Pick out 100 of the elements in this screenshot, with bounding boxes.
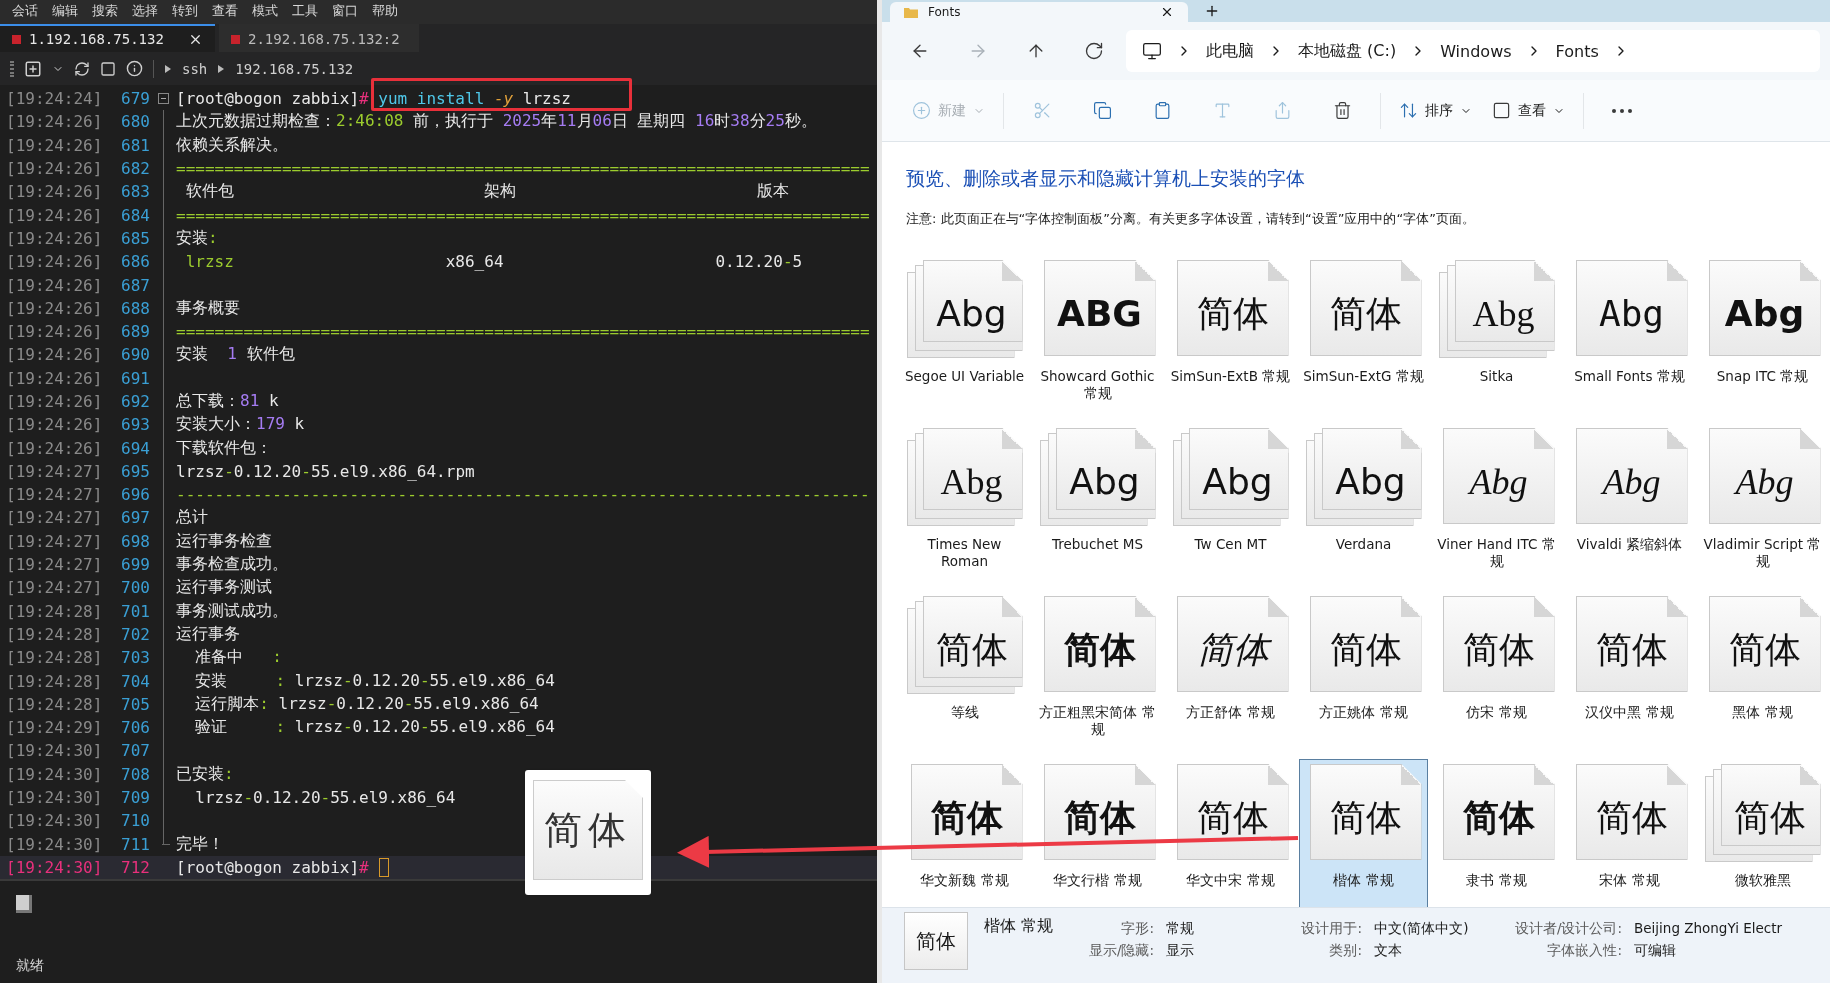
- line-number: 685: [120, 228, 150, 248]
- menu-item[interactable]: 窗口: [332, 2, 358, 20]
- font-tile[interactable]: Abg Small Fonts 常规: [1565, 255, 1694, 409]
- font-tile[interactable]: Abg Vivaldi 紧缩斜体: [1565, 423, 1694, 577]
- font-tile[interactable]: 简体 隶书 常规: [1432, 759, 1561, 907]
- font-tile[interactable]: 简体 方正粗黑宋简体 常规: [1033, 591, 1162, 745]
- breadcrumb[interactable]: Windows: [1440, 41, 1512, 61]
- menu-item[interactable]: 转到: [172, 2, 198, 20]
- font-tile[interactable]: Abg Segoe UI Variable: [900, 255, 1029, 409]
- view-button[interactable]: 查看: [1482, 91, 1575, 130]
- address-bar[interactable]: 此电脑 本地磁盘 (C:) Windows Fonts: [1126, 30, 1820, 72]
- font-name: Vivaldi 紧缩斜体: [1575, 536, 1684, 553]
- prompt: [root@bogon zabbix]#: [176, 857, 369, 877]
- line-number: 694: [120, 438, 150, 458]
- font-tile[interactable]: Abg Sitka: [1432, 255, 1561, 409]
- line-number: 695: [120, 461, 150, 481]
- line-number: 688: [120, 298, 150, 318]
- breadcrumb[interactable]: 本地磁盘 (C:): [1298, 40, 1397, 62]
- path-segment[interactable]: 192.168.75.132: [235, 60, 354, 77]
- notice-text: 注意: 此页面正在与“字体控制面板”分离。有关更多字体设置，请转到“设置”应用中的“字体”页面。: [905, 210, 1476, 228]
- line-number: 701: [120, 601, 150, 621]
- terminal-text: 验证 : lrzsz-0.12.20-55.el9.x86_64: [194, 717, 555, 739]
- close-icon[interactable]: [1160, 5, 1174, 19]
- menu-item[interactable]: 选择: [132, 2, 158, 20]
- status-text: 就绪: [16, 957, 45, 975]
- menu-item[interactable]: 模式: [252, 2, 278, 20]
- font-tile[interactable]: Abg Snap ITC 常规: [1698, 255, 1827, 409]
- font-name: Segoe UI Variable: [903, 368, 1026, 385]
- reconnect-icon[interactable]: [74, 60, 90, 77]
- property-label: 设计者/设计公司:: [1513, 920, 1622, 938]
- menu-item[interactable]: 查看: [212, 2, 238, 20]
- font-tile[interactable]: 简体 宋体 常规: [1565, 759, 1694, 907]
- terminal-text: 已安装:: [176, 763, 234, 785]
- font-tile[interactable]: Abg Tw Cen MT: [1166, 423, 1295, 577]
- breadcrumb[interactable]: 此电脑: [1206, 40, 1254, 62]
- font-tile[interactable]: 简体 方正舒体 常规: [1166, 591, 1295, 745]
- menu-item[interactable]: 帮助: [372, 2, 398, 20]
- font-tile[interactable]: 简体 仿宋 常规: [1432, 591, 1561, 745]
- line-number: 687: [120, 275, 150, 295]
- font-name: Tw Cen MT: [1193, 536, 1268, 553]
- disconnect-icon[interactable]: [100, 60, 116, 77]
- font-name: Small Fonts 常规: [1573, 368, 1686, 385]
- terminal-text: ========================================================================: [176, 159, 870, 179]
- line-number: 712: [120, 857, 150, 877]
- line-number: 707: [120, 741, 150, 761]
- font-tile[interactable]: Abg Trebuchet MS: [1033, 423, 1162, 577]
- folder-tab[interactable]: Fonts: [890, 2, 1188, 22]
- font-tile[interactable]: 简体 微软雅黑: [1698, 759, 1827, 907]
- timestamp: [19:24:27]: [5, 461, 104, 481]
- session-tab[interactable]: 2.192.168.75.132:2: [219, 24, 419, 52]
- property-label: 类别:: [1328, 942, 1362, 960]
- menu-item[interactable]: 工具: [292, 2, 318, 20]
- line-number: 690: [120, 345, 150, 365]
- line-number: 679: [120, 89, 150, 109]
- font-name: 华文行楷 常规: [1052, 872, 1143, 889]
- font-tile[interactable]: Abg Times New Roman: [900, 423, 1029, 577]
- font-tile[interactable]: Abg Viner Hand ITC 常规: [1432, 423, 1561, 577]
- line-number: 706: [120, 718, 150, 738]
- terminal-text: 准备中 :: [194, 647, 282, 669]
- session-tab[interactable]: 1.192.168.75.132: [0, 24, 215, 52]
- font-tile[interactable]: 简体 等线: [900, 591, 1029, 745]
- line-number: 683: [120, 182, 150, 202]
- timestamp: [19:24:26]: [5, 135, 104, 155]
- terminal-text: 事务概要: [176, 297, 240, 319]
- panel-icon[interactable]: [16, 895, 32, 914]
- font-tile[interactable]: Abg Vladimir Script 常规: [1698, 423, 1827, 577]
- line-number: 686: [120, 252, 150, 272]
- font-tile[interactable]: 简体 华文中宋 常规: [1166, 759, 1295, 907]
- menu-item[interactable]: 搜索: [92, 2, 118, 20]
- menu-item[interactable]: 编辑: [52, 2, 78, 20]
- font-tile[interactable]: 简体 方正姚体 常规: [1299, 591, 1428, 745]
- font-tile[interactable]: 简体 黑体 常规: [1698, 591, 1827, 745]
- folder-icon: [904, 6, 918, 18]
- terminal-text: lrzsz-0.12.20-55.el9.x86_64.rpm: [176, 461, 475, 481]
- info-icon[interactable]: [126, 60, 143, 77]
- line-number: 692: [120, 392, 150, 411]
- timestamp: [19:24:29]: [5, 718, 104, 738]
- terminal-text: 上次元数据过期检查：2:46:08 前，执行于 2025年11月06日 星期四 16时38分25秒。: [176, 111, 817, 133]
- timestamp: [19:24:28]: [5, 671, 104, 691]
- font-tile[interactable]: 简体 华文新魏 常规: [900, 759, 1029, 907]
- timestamp: [19:24:26]: [5, 345, 104, 365]
- font-tile[interactable]: 简体 SimSun-ExtB 常规: [1166, 255, 1295, 409]
- font-name: 方正舒体 常规: [1185, 704, 1276, 721]
- new-session-icon[interactable]: [24, 59, 42, 78]
- font-tile[interactable]: 简体 楷体 常规: [1299, 759, 1428, 907]
- grip-icon: [10, 60, 14, 77]
- font-tile[interactable]: 简体 汉仪中黑 常规: [1565, 591, 1694, 745]
- font-tile[interactable]: 简体 SimSun-ExtG 常规: [1299, 255, 1428, 409]
- font-tile[interactable]: Abg Verdana: [1299, 423, 1428, 577]
- font-tile[interactable]: 简体 华文行楷 常规: [1033, 759, 1162, 907]
- font-name: 宋体 常规: [1598, 872, 1661, 889]
- font-tile[interactable]: ABG Showcard Gothic 常规: [1033, 255, 1162, 409]
- new-tab-icon[interactable]: [1204, 3, 1220, 19]
- font-name: 华文新魏 常规: [919, 872, 1010, 889]
- timestamp: [19:24:26]: [5, 252, 104, 272]
- fold-icon[interactable]: [157, 93, 169, 104]
- sort-button[interactable]: 排序: [1389, 91, 1482, 130]
- breadcrumb[interactable]: Fonts: [1555, 41, 1599, 61]
- menu-item[interactable]: 会话: [12, 2, 38, 20]
- path-segment[interactable]: ssh: [182, 60, 208, 77]
